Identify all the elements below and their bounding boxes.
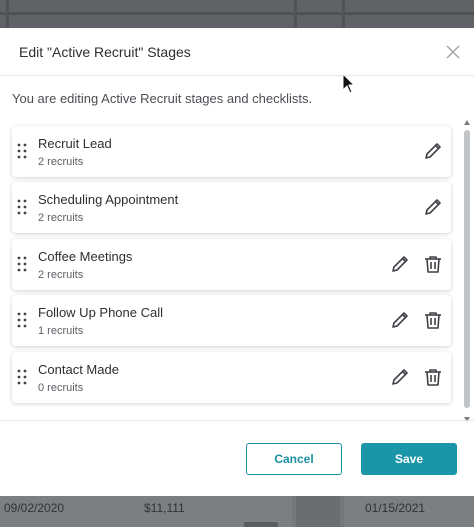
edit-icon[interactable] [389,366,411,388]
background-amount: $11,111 [144,501,185,515]
mouse-pointer-icon [342,72,356,95]
stage-name: Follow Up Phone Call [38,305,164,320]
stage-name: Recruit Lead [38,136,112,151]
background-button [244,522,278,527]
modal-title: Edit "Active Recruit" Stages [19,44,191,60]
stage-card: Follow Up Phone Call 1 recruits [12,295,451,346]
edit-stages-modal: Edit "Active Recruit" Stages You are edi… [0,28,474,496]
stage-recruit-count: 2 recruits [38,156,84,168]
trash-icon[interactable] [422,253,444,275]
edit-icon[interactable] [389,253,411,275]
stage-recruit-count: 1 recruits [38,325,84,337]
scrollbar-thumb[interactable] [464,130,470,408]
edit-icon[interactable] [389,309,411,331]
background-column-divider [294,0,297,28]
trash-icon[interactable] [422,309,444,331]
close-icon[interactable] [441,40,465,64]
stage-recruit-count: 0 recruits [38,382,84,394]
drag-handle-icon[interactable] [17,369,27,385]
cancel-button[interactable]: Cancel [246,443,342,475]
drag-handle-icon[interactable] [17,312,27,328]
background-column-divider [342,0,345,28]
stage-card: Contact Made 0 recruits [12,352,451,403]
edit-icon[interactable] [422,196,444,218]
modal-header: Edit "Active Recruit" Stages [0,28,474,76]
stage-list: Recruit Lead 2 recruits Scheduling Appoi… [0,120,474,422]
stage-name: Scheduling Appointment [38,192,179,207]
scroll-up-arrow-icon[interactable] [464,120,470,125]
background-date: 01/15/2021 [365,501,426,515]
modal-intro-text: You are editing Active Recruit stages an… [12,91,313,106]
modal-footer: Cancel Save [0,420,474,496]
stage-card: Scheduling Appointment 2 recruits [12,182,451,233]
drag-handle-icon[interactable] [17,256,27,272]
drag-handle-icon[interactable] [17,199,27,215]
background-column-divider [6,0,9,28]
background-header [0,0,474,28]
list-scrollbar[interactable] [462,120,472,422]
stage-card: Coffee Meetings 2 recruits [12,239,451,290]
edit-icon[interactable] [422,140,444,162]
stage-recruit-count: 2 recruits [38,212,84,224]
stage-recruit-count: 2 recruits [38,269,84,281]
stage-card: Recruit Lead 2 recruits [12,126,451,177]
trash-icon[interactable] [422,366,444,388]
background-divider [0,12,474,15]
save-button[interactable]: Save [361,443,457,475]
background-panel [296,496,340,527]
stage-name: Contact Made [38,362,119,377]
stage-name: Coffee Meetings [38,249,133,264]
drag-handle-icon[interactable] [17,143,27,159]
background-table-row: 09/02/2020 $11,111 01/15/2021 [0,496,474,527]
background-date: 09/02/2020 [4,501,65,515]
